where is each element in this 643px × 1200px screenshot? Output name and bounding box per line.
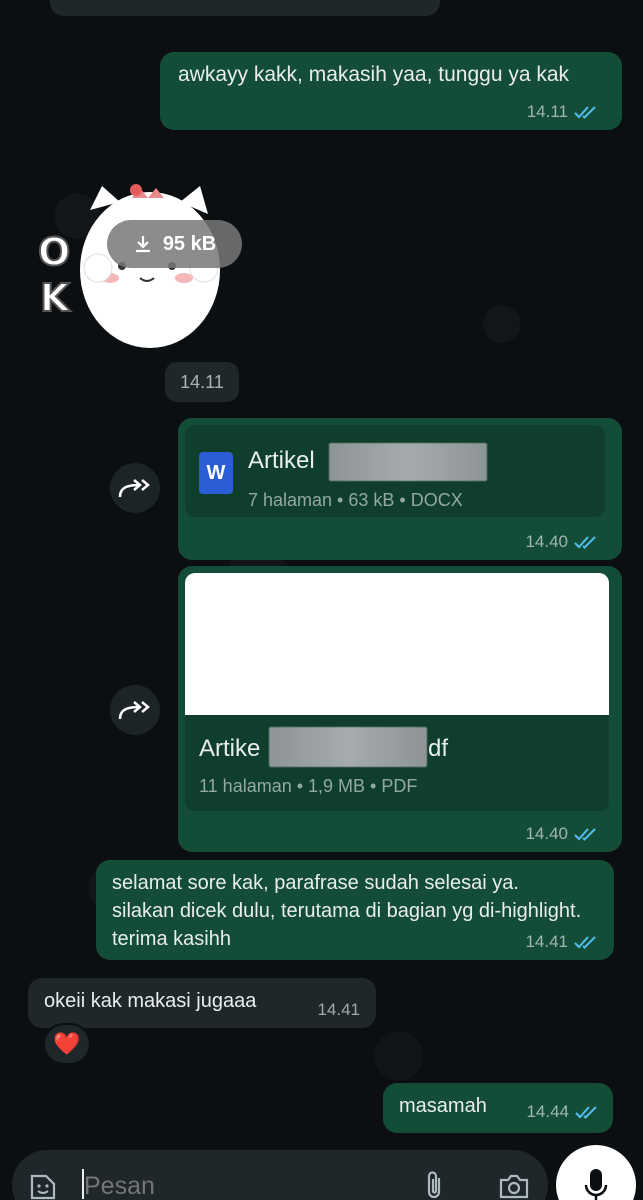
message-time: 14.40: [525, 532, 568, 551]
message-input[interactable]: [84, 1168, 404, 1200]
document-card[interactable]: W Artikel 7 halaman • 63 kB • DOCX: [185, 425, 605, 517]
forward-button[interactable]: [110, 685, 160, 735]
message-text: awkayy kakk, makasih yaa, tunggu ya kak: [178, 63, 570, 86]
document-title-end: df: [428, 735, 449, 762]
message-meta: 14.40: [525, 824, 600, 844]
read-ticks-icon: [574, 936, 596, 949]
heart-reaction-icon: ❤️: [53, 1031, 81, 1056]
download-sticker-button[interactable]: 95 kB: [107, 220, 242, 268]
download-size: 95 kB: [162, 232, 217, 255]
sticker-icon[interactable]: [28, 1172, 58, 1200]
redacted-filename: [269, 727, 427, 767]
sticker-letter-o: O: [37, 229, 71, 275]
outgoing-message[interactable]: selamat sore kak, parafrase sudah selesa…: [96, 860, 614, 960]
attach-icon[interactable]: [422, 1168, 446, 1200]
sticker-letter-k: K: [39, 275, 70, 321]
message-time: 14.44: [526, 1102, 569, 1121]
message-meta: 14.41: [525, 932, 600, 952]
message-meta: 14.11: [527, 102, 600, 122]
document-title: Artikel: [248, 447, 315, 474]
word-file-icon: W: [199, 452, 233, 494]
microphone-icon: [584, 1169, 608, 1200]
pdf-preview[interactable]: [185, 573, 609, 715]
outgoing-message[interactable]: masamah 14.44: [383, 1083, 613, 1133]
outgoing-document-message[interactable]: W Artikel 7 halaman • 63 kB • DOCX 14.40: [178, 418, 622, 560]
message-meta: 14.44: [526, 1102, 601, 1122]
document-card[interactable]: Artike df 11 halaman • 1,9 MB • PDF: [185, 715, 609, 811]
message-time: 14.40: [525, 824, 568, 843]
read-ticks-icon: [575, 1106, 597, 1119]
redacted-filename: [329, 443, 487, 481]
forward-button[interactable]: [110, 463, 160, 513]
reaction-badge[interactable]: ❤️: [43, 1023, 91, 1065]
document-meta: 11 halaman • 1,9 MB • PDF: [199, 776, 418, 796]
forward-icon: [118, 479, 150, 498]
forward-icon: [118, 701, 150, 720]
message-meta: 14.40: [525, 532, 600, 552]
message-time: 14.41: [525, 932, 568, 951]
message-text: selamat sore kak, parafrase sudah selesa…: [112, 872, 582, 950]
incoming-message[interactable]: okeii kak makasi jugaaa 14.41: [28, 978, 376, 1028]
message-input-bar: [12, 1150, 548, 1200]
sticker-time-chip: 14.11: [165, 362, 239, 402]
read-ticks-icon: [574, 106, 596, 119]
document-meta: 7 halaman • 63 kB • DOCX: [248, 490, 463, 510]
message-text: okeii kak makasi jugaaa: [44, 990, 257, 1012]
message-time: 14.41: [317, 1000, 360, 1019]
camera-icon[interactable]: [498, 1172, 530, 1200]
download-icon: [135, 236, 150, 253]
document-title-start: Artike: [199, 735, 261, 762]
outgoing-message[interactable]: awkayy kakk, makasih yaa, tunggu ya kak …: [160, 52, 622, 130]
read-ticks-icon: [574, 536, 596, 549]
partial-message-bubble: [50, 0, 440, 16]
message-time: 14.11: [526, 102, 568, 121]
sticker-message[interactable]: O K 95 kB: [32, 170, 242, 350]
message-text: masamah: [399, 1095, 487, 1117]
outgoing-pdf-message[interactable]: Artike df 11 halaman • 1,9 MB • PDF 14.4…: [178, 566, 622, 852]
read-ticks-icon: [574, 828, 596, 841]
